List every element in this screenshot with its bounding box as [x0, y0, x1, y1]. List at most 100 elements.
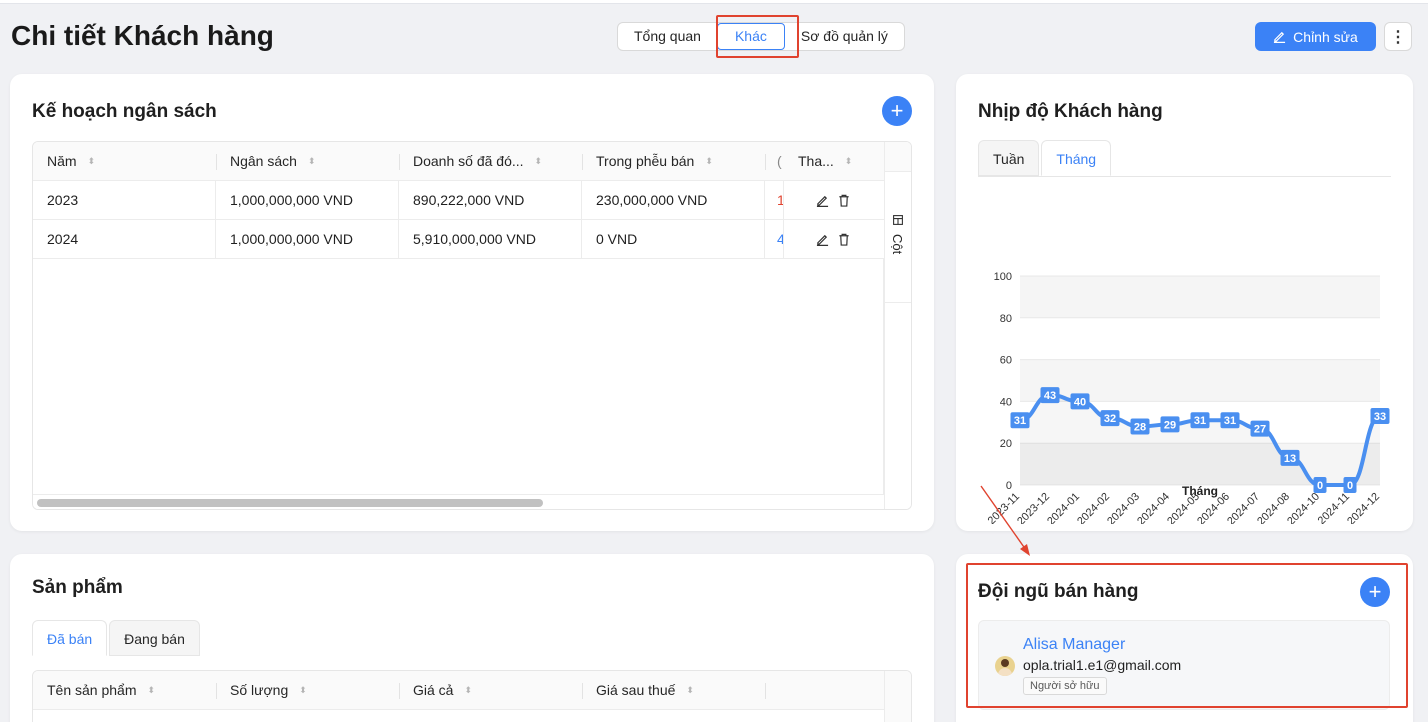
add-team-member-button[interactable]: + [1360, 577, 1390, 607]
cell-budget: 1,000,000,000 VND [216, 220, 399, 258]
edit-button[interactable]: Chỉnh sửa [1255, 22, 1376, 51]
page-title: Chi tiết Khách hàng [11, 20, 274, 51]
tab-selling[interactable]: Đang bán [109, 620, 200, 656]
col-header-budget[interactable]: Ngân sách ⬍ [216, 142, 399, 180]
pace-tabs: Tuần Tháng [978, 140, 1113, 176]
data-label: 0 [1347, 480, 1353, 492]
segment-org-chart[interactable]: Sơ đồ quản lý [785, 23, 904, 50]
cell-actions [784, 181, 885, 219]
products-title: Sản phẩm [32, 577, 123, 598]
member-email: opla.trial1.e1@gmail.com [1023, 657, 1182, 673]
sort-icon: ⬍ [464, 684, 472, 695]
y-tick-label: 80 [1000, 313, 1012, 325]
scrollbar-thumb[interactable] [37, 499, 543, 507]
sort-icon: ⬍ [686, 684, 693, 695]
tabs-underline [978, 176, 1391, 177]
col-header-actions[interactable]: Tha... ⬍ [784, 142, 885, 180]
horizontal-scrollbar[interactable] [33, 494, 884, 509]
col-header-in-funnel[interactable]: Trong phễu bán ⬍ [582, 142, 765, 180]
cell-in-funnel: 230,000,000 VND [582, 181, 765, 219]
data-label: 31 [1194, 415, 1206, 427]
sort-icon: ⬍ [534, 155, 542, 166]
data-label: 31 [1224, 415, 1236, 427]
tab-month[interactable]: Tháng [1041, 140, 1112, 176]
y-tick-label: 20 [1000, 438, 1012, 450]
budget-table: Năm ⬍ Ngân sách ⬍ Doanh số đã đó... ⬍ Trong… [32, 141, 912, 510]
data-label: 43 [1044, 390, 1056, 402]
cell-year: 2023 [33, 181, 216, 219]
sort-icon: ⬍ [307, 155, 315, 166]
delete-icon[interactable] [838, 194, 850, 207]
data-label: 0 [1317, 480, 1323, 492]
cell-budget: 1,000,000,000 VND [216, 181, 399, 219]
segment-other[interactable]: Khác [716, 23, 785, 50]
data-label: 27 [1254, 424, 1266, 436]
products-table: Tên sản phẩm ⬍ Số lượng ⬍ Giá cả ⬍ Giá sau … [32, 670, 912, 722]
add-budget-button[interactable]: + [882, 96, 912, 126]
empty-table-area [33, 259, 884, 494]
col-header-price-after-tax[interactable]: Giá sau thuế ⬍ [582, 671, 765, 709]
more-options-button[interactable]: ⋮ [1384, 22, 1412, 51]
budget-plan-title: Kế hoạch ngân sách [32, 101, 217, 122]
col-header-empty [765, 671, 885, 709]
y-tick-label: 100 [994, 271, 1012, 283]
avatar [995, 656, 1015, 676]
data-label: 31 [1014, 415, 1026, 427]
columns-toggle-button[interactable]: Cột [885, 172, 911, 303]
top-bar [0, 0, 1428, 4]
products-table-header: Tên sản phẩm ⬍ Số lượng ⬍ Giá cả ⬍ Giá sau … [33, 671, 911, 710]
edit-icon[interactable] [816, 194, 829, 207]
data-label: 33 [1374, 411, 1386, 423]
pencil-icon [1274, 31, 1286, 43]
cell-truncated: 4 [765, 220, 784, 258]
sales-team-title: Đội ngũ bán hàng [978, 581, 1139, 602]
cell-year: 2024 [33, 220, 216, 258]
edit-icon[interactable] [816, 233, 829, 246]
cell-truncated: 1 [765, 181, 784, 219]
member-name[interactable]: Alisa Manager [1023, 636, 1125, 654]
data-label: 13 [1284, 453, 1296, 465]
budget-table-header: Năm ⬍ Ngân sách ⬍ Doanh số đã đó... ⬍ Trong… [33, 142, 911, 181]
data-label: 28 [1134, 421, 1146, 433]
customer-pace-title: Nhịp độ Khách hàng [978, 101, 1163, 122]
table-row[interactable]: 2024 1,000,000,000 VND 5,910,000,000 VND… [33, 220, 911, 259]
table-columns-icon [893, 215, 903, 225]
col-header-product-name[interactable]: Tên sản phẩm ⬍ [33, 671, 216, 709]
segment-overview[interactable]: Tổng quan [618, 23, 717, 50]
data-label: 32 [1104, 413, 1116, 425]
cell-actions [784, 220, 885, 258]
annotation-arrow [980, 485, 1030, 556]
data-label: 29 [1164, 419, 1176, 431]
columns-toggle-panel[interactable]: Cột [884, 142, 911, 509]
sort-icon: ⬍ [705, 155, 712, 166]
col-header-quantity[interactable]: Số lượng ⬍ [216, 671, 399, 709]
side-col-header [885, 142, 911, 172]
col-header-year[interactable]: Năm ⬍ [33, 142, 216, 180]
col-header-sales-closed[interactable]: Doanh số đã đó... ⬍ [399, 142, 582, 180]
col-header-truncated[interactable]: ( [765, 142, 784, 180]
sort-icon: ⬍ [87, 155, 95, 166]
products-card: Sản phẩm Đã bán Đang bán Tên sản phẩm ⬍ S… [10, 554, 934, 722]
sort-icon: ⬍ [147, 684, 155, 695]
view-segmented-control: Tổng quan Khác Sơ đồ quản lý [617, 22, 905, 51]
sort-icon: ⬍ [299, 684, 306, 695]
team-member-item[interactable]: Alisa Manager opla.trial1.e1@gmail.com N… [978, 620, 1390, 710]
table-row[interactable]: 2023 1,000,000,000 VND 890,222,000 VND 2… [33, 181, 911, 220]
products-side-col [884, 671, 911, 722]
cell-sales-closed: 890,222,000 VND [399, 181, 582, 219]
x-axis-label: Tháng [1182, 484, 1218, 498]
tab-sold[interactable]: Đã bán [32, 620, 108, 656]
col-header-price[interactable]: Giá cả ⬍ [399, 671, 582, 709]
cell-sales-closed: 5,910,000,000 VND [399, 220, 582, 258]
budget-plan-card: Kế hoạch ngân sách + Năm ⬍ Ngân sách ⬍ Doa… [10, 74, 934, 531]
data-label: 40 [1074, 396, 1086, 408]
member-role-tag: Người sở hữu [1023, 677, 1107, 695]
delete-icon[interactable] [838, 233, 850, 246]
y-tick-label: 40 [1000, 396, 1012, 408]
customer-pace-chart: 0204060801003143403228 29 31 3127130 0332023… [986, 271, 1390, 524]
cell-in-funnel: 0 VND [582, 220, 765, 258]
columns-toggle-label: Cột [890, 234, 905, 255]
tab-week[interactable]: Tuần [978, 140, 1040, 176]
sort-icon: ⬍ [844, 155, 852, 166]
grid-band [1020, 276, 1380, 318]
